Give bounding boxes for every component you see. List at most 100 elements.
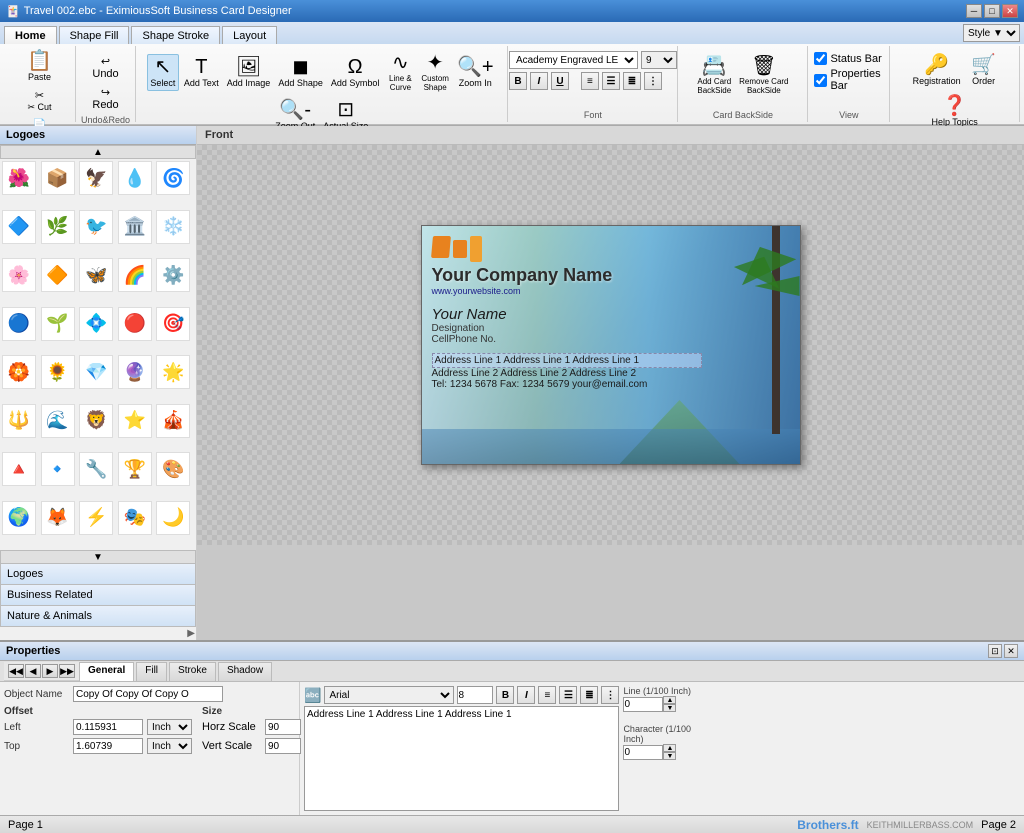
line-curve-btn[interactable]: ∿ Line &Curve (384, 50, 416, 95)
tab-shape-fill[interactable]: Shape Fill (59, 26, 130, 44)
tab-fill[interactable]: Fill (136, 662, 167, 681)
list-item[interactable]: 🦁 (79, 404, 113, 438)
list-item[interactable]: 🌿 (41, 210, 75, 244)
paste-btn[interactable]: 📋 Paste (21, 48, 59, 85)
properties-bar-check[interactable]: Properties Bar (814, 68, 883, 92)
sidebar-item-logoes[interactable]: Logoes (0, 564, 196, 585)
line-up-btn[interactable]: ▲ (663, 696, 676, 704)
tab-layout[interactable]: Layout (222, 26, 277, 44)
registration-btn[interactable]: 🔑 Registration (910, 52, 964, 89)
add-card-backside-btn[interactable]: 📇 Add CardBackSide (694, 53, 734, 98)
list-item[interactable]: 🌈 (118, 258, 152, 292)
left-unit-select[interactable]: Inch (147, 719, 192, 735)
list-item[interactable]: 🌱 (41, 307, 75, 341)
list-item[interactable]: 🔧 (79, 452, 113, 486)
list-item[interactable]: 🔮 (118, 355, 152, 389)
list-item[interactable]: 🦅 (79, 161, 113, 195)
maximize-btn[interactable]: □ (984, 4, 1000, 18)
undo-btn[interactable]: ↩ Undo (88, 53, 122, 82)
sidebar-item-business-related[interactable]: Business Related (0, 585, 196, 606)
tab-general[interactable]: General (79, 662, 134, 681)
zoom-in-btn[interactable]: 🔍+ Zoom In (454, 54, 497, 91)
list-item[interactable]: 📦 (41, 161, 75, 195)
char-down-btn[interactable]: ▼ (663, 752, 676, 760)
list-item[interactable]: 🔶 (41, 258, 75, 292)
nav-last-btn[interactable]: ▶▶ (59, 664, 75, 678)
add-text-btn[interactable]: T Add Text (181, 54, 222, 91)
list-item[interactable]: 🐦 (79, 210, 113, 244)
business-card[interactable]: Your Company Name www.yourwebsite.com Yo… (421, 225, 801, 465)
font-name-select[interactable]: Academy Engraved LE (509, 51, 638, 69)
prop-close-btn[interactable]: ✕ (1004, 644, 1018, 658)
list-item[interactable]: 💧 (118, 161, 152, 195)
nav-next-btn[interactable]: ▶ (42, 664, 58, 678)
custom-shape-btn[interactable]: ✦ CustomShape (418, 50, 452, 95)
style-dropdown[interactable]: Style ▼ (963, 24, 1020, 42)
list-item[interactable]: 🏛️ (118, 210, 152, 244)
order-btn[interactable]: 🛒 Order (968, 52, 1000, 89)
text-content-area[interactable]: Address Line 1 Address Line 1 Address Li… (304, 706, 619, 811)
add-symbol-btn[interactable]: Ω Add Symbol (328, 54, 383, 91)
justify-btn[interactable]: ⋮ (644, 72, 662, 90)
list-item[interactable]: ⚡ (79, 501, 113, 535)
char-input[interactable] (623, 745, 663, 760)
align-center-btn[interactable]: ☰ (602, 72, 620, 90)
char-up-btn[interactable]: ▲ (663, 744, 676, 752)
bold-btn[interactable]: B (509, 72, 527, 90)
status-bar-check[interactable]: Status Bar (814, 52, 881, 65)
prop-float-btn[interactable]: ⊡ (988, 644, 1002, 658)
nav-prev-btn[interactable]: ◀ (25, 664, 41, 678)
list-item[interactable]: 🔵 (2, 307, 36, 341)
tab-stroke[interactable]: Stroke (169, 662, 216, 681)
list-item[interactable]: 🔺 (2, 452, 36, 486)
list-item[interactable]: 💎 (79, 355, 113, 389)
add-image-btn[interactable]: 🖼 Add Image (224, 54, 274, 91)
nav-first-btn[interactable]: ◀◀ (8, 664, 24, 678)
window-controls[interactable]: ─ □ ✕ (966, 4, 1018, 18)
tab-shadow[interactable]: Shadow (218, 662, 272, 681)
top-unit-select[interactable]: Inch (147, 738, 192, 754)
list-item[interactable]: 💠 (79, 307, 113, 341)
left-input[interactable] (73, 719, 143, 735)
redo-btn[interactable]: ↪ Redo (88, 84, 122, 113)
list-item[interactable]: 🏆 (118, 452, 152, 486)
list-item[interactable]: 🌙 (156, 501, 190, 535)
list-item[interactable]: 🏵️ (2, 355, 36, 389)
italic-btn[interactable]: I (530, 72, 548, 90)
list-item[interactable]: 🔴 (118, 307, 152, 341)
add-shape-btn[interactable]: ◼ Add Shape (275, 54, 326, 91)
cut-btn[interactable]: ✂ ✂ Cut (23, 87, 57, 115)
select-btn[interactable]: ↖ Select (147, 54, 179, 91)
prop-align-center-btn[interactable]: ☰ (559, 686, 577, 704)
top-input[interactable] (73, 738, 143, 754)
list-item[interactable]: 🌻 (41, 355, 75, 389)
list-item[interactable]: 🌸 (2, 258, 36, 292)
list-item[interactable]: 🎨 (156, 452, 190, 486)
list-item[interactable]: 🔷 (2, 210, 36, 244)
font-size-select[interactable]: 9 (641, 51, 677, 69)
list-item[interactable]: 🔹 (41, 452, 75, 486)
remove-card-backside-btn[interactable]: 🗑 Remove CardBackSide (736, 53, 791, 98)
list-item[interactable]: 🎪 (156, 404, 190, 438)
list-item[interactable]: 🌺 (2, 161, 36, 195)
vert-scale-input[interactable] (265, 738, 301, 754)
tab-home[interactable]: Home (4, 26, 57, 44)
list-item[interactable]: 🦋 (79, 258, 113, 292)
card-address1[interactable]: Address Line 1 Address Line 1 Address Li… (432, 353, 702, 368)
list-item[interactable]: ⚙️ (156, 258, 190, 292)
align-left-btn[interactable]: ≡ (581, 72, 599, 90)
prop-bold-btn[interactable]: B (496, 686, 514, 704)
minimize-btn[interactable]: ─ (966, 4, 982, 18)
scroll-up-btn[interactable]: ▲ (0, 145, 196, 159)
prop-justify-btn[interactable]: ⋮ (601, 686, 619, 704)
line-down-btn[interactable]: ▼ (663, 704, 676, 712)
list-item[interactable]: 🌍 (2, 501, 36, 535)
help-topics-btn[interactable]: ❓ Help Topics (928, 93, 980, 130)
list-item[interactable]: ❄️ (156, 210, 190, 244)
object-name-input[interactable] (73, 686, 223, 702)
prop-align-left-btn[interactable]: ≡ (538, 686, 556, 704)
list-item[interactable]: 🌊 (41, 404, 75, 438)
scroll-down-btn[interactable]: ▼ (0, 550, 196, 564)
sidebar-item-nature-animals[interactable]: Nature & Animals (0, 606, 196, 627)
align-right-btn[interactable]: ≣ (623, 72, 641, 90)
